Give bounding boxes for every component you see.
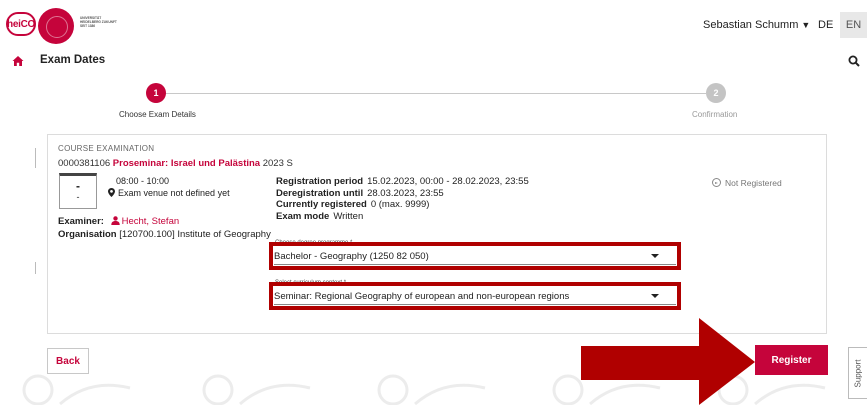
examiner-link[interactable]: Hecht, Stefan bbox=[110, 216, 180, 227]
curriculum-context-select[interactable]: Seminar: Regional Geography of european … bbox=[269, 282, 681, 310]
registration-row: Exam mode Written bbox=[276, 211, 529, 223]
course-title-link[interactable]: Proseminar: Israel und Palästina bbox=[113, 158, 260, 169]
section-label: COURSE EXAMINATION bbox=[58, 144, 155, 153]
step-1-label: Choose Exam Details bbox=[119, 110, 196, 119]
degree-programme-value: Bachelor - Geography (1250 82 050) bbox=[274, 247, 676, 265]
step-2-label: Confirmation bbox=[692, 110, 738, 119]
registration-value: 15.02.2023, 00:00 - 28.02.2023, 23:55 bbox=[367, 176, 529, 187]
back-button[interactable]: Back bbox=[47, 348, 89, 374]
support-label: Support bbox=[853, 358, 863, 388]
university-seal-logo[interactable] bbox=[38, 8, 74, 44]
left-edge-marker bbox=[35, 262, 36, 274]
search-icon[interactable] bbox=[848, 55, 860, 67]
step-2-indicator: 2 bbox=[706, 83, 726, 103]
degree-programme-select[interactable]: Bachelor - Geography (1250 82 050) bbox=[269, 242, 681, 270]
registration-key: Exam mode bbox=[276, 210, 330, 222]
support-tab[interactable]: Support bbox=[848, 347, 867, 399]
curriculum-context-value: Seminar: Regional Geography of european … bbox=[274, 287, 676, 305]
registration-key: Currently registered bbox=[276, 199, 367, 210]
registration-value: 0 (max. 9999) bbox=[370, 199, 430, 210]
university-wordmark: UNIVERSITÄT HEIDELBERG ZUKUNFT SEIT 1386 bbox=[80, 16, 117, 28]
watermark-logo bbox=[202, 374, 311, 405]
progress-stepper: 1 2 Choose Exam Details Confirmation bbox=[0, 80, 867, 125]
registration-row: Currently registered 0 (max. 9999) bbox=[276, 199, 529, 211]
examiner-label: Examiner: bbox=[58, 216, 104, 227]
date-bottom: - bbox=[76, 192, 80, 202]
organisation-value: [120700.100] Institute of Geography bbox=[119, 229, 271, 240]
examiner-row: Examiner: Hecht, Stefan bbox=[58, 216, 179, 227]
language-en[interactable]: EN bbox=[840, 12, 867, 38]
step-1-indicator: 1 bbox=[146, 83, 166, 103]
course-semester: 2023 S bbox=[262, 158, 293, 169]
registration-row: Deregistration until 28.03.2023, 23:55 bbox=[276, 188, 529, 200]
watermark-logo bbox=[552, 374, 661, 405]
language-de[interactable]: DE bbox=[818, 19, 833, 31]
registration-key: Registration period bbox=[276, 176, 364, 187]
registration-row: Registration period 15.02.2023, 00:00 - 2… bbox=[276, 176, 529, 188]
register-button[interactable]: Register bbox=[755, 345, 828, 375]
stepper-line bbox=[163, 93, 706, 94]
top-header: heiCO UNIVERSITÄT HEIDELBERG ZUKUNFT SEI… bbox=[0, 0, 867, 50]
status-circle-icon bbox=[712, 178, 721, 187]
exam-venue: Exam venue not defined yet bbox=[108, 188, 230, 198]
person-icon bbox=[110, 216, 120, 225]
registration-value: Written bbox=[333, 210, 364, 222]
course-number: 0000381106 bbox=[58, 158, 111, 169]
organisation-label: Organisation bbox=[58, 229, 117, 240]
home-icon[interactable] bbox=[12, 55, 24, 67]
watermark-logo bbox=[377, 374, 486, 405]
user-name: Sebastian Schumm bbox=[703, 19, 799, 31]
user-menu[interactable]: Sebastian Schumm ▼ bbox=[703, 19, 810, 31]
map-pin-icon bbox=[108, 188, 115, 197]
registration-key: Deregistration until bbox=[276, 187, 364, 199]
registration-details: Registration period 15.02.2023, 00:00 - 2… bbox=[276, 176, 529, 222]
page-title: Exam Dates bbox=[40, 54, 106, 66]
status-text: Not Registered bbox=[725, 178, 782, 188]
exam-card: COURSE EXAMINATION 0000381106 Proseminar… bbox=[47, 134, 827, 334]
heico-logo-text: heiCO bbox=[7, 18, 35, 30]
nav-bar: Exam Dates bbox=[0, 50, 867, 72]
course-line: 0000381106 Proseminar: Israel und Paläst… bbox=[58, 158, 293, 169]
date-box: - - bbox=[59, 173, 97, 209]
heico-logo[interactable]: heiCO bbox=[6, 12, 36, 36]
caret-down-icon bbox=[651, 294, 659, 298]
registration-value: 28.03.2023, 23:55 bbox=[367, 187, 444, 199]
registration-status: Not Registered bbox=[712, 178, 782, 188]
left-edge-marker bbox=[35, 148, 36, 168]
caret-down-icon bbox=[651, 254, 659, 258]
caret-down-icon: ▼ bbox=[801, 20, 811, 30]
date-top: - bbox=[76, 179, 80, 193]
watermark-logo bbox=[22, 374, 131, 405]
exam-venue-text: Exam venue not defined yet bbox=[118, 188, 230, 198]
examiner-name: Hecht, Stefan bbox=[121, 216, 180, 227]
organisation-row: Organisation [120700.100] Institute of G… bbox=[58, 229, 273, 241]
exam-time: 08:00 - 10:00 bbox=[116, 176, 170, 186]
